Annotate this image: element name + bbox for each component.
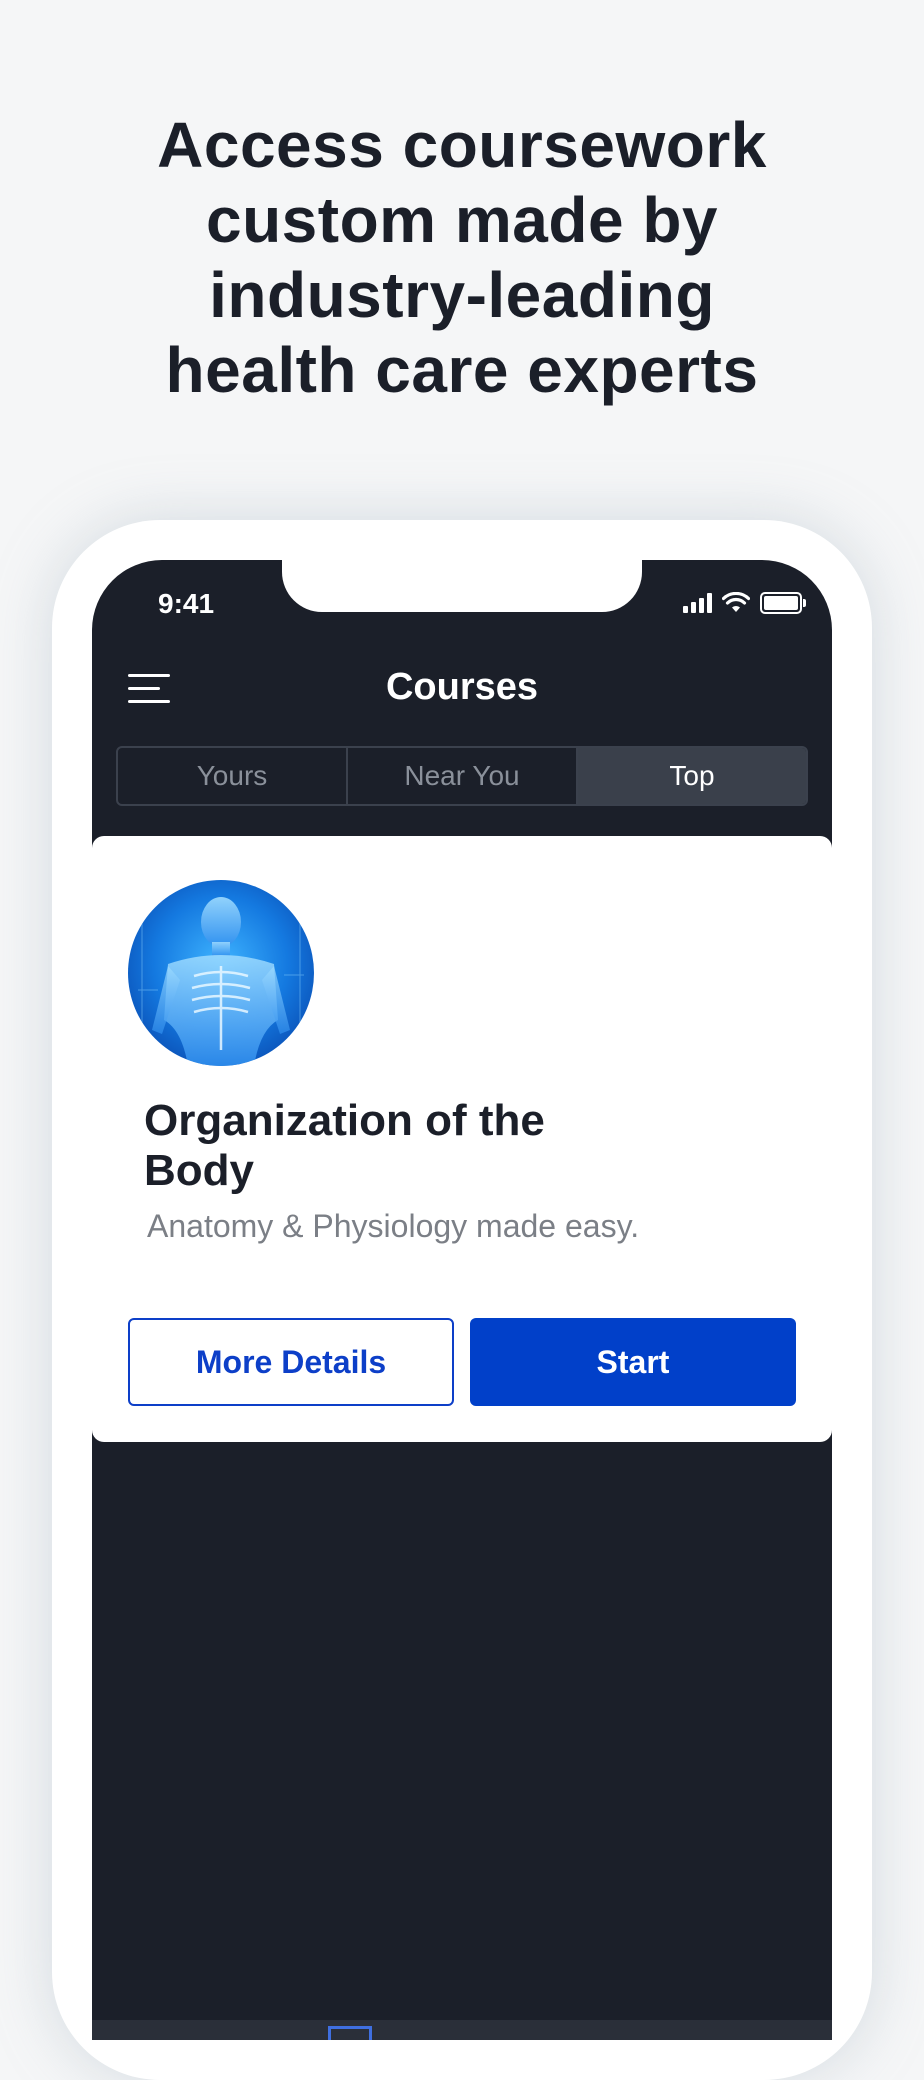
tab-top[interactable]: Top — [576, 748, 806, 804]
battery-icon — [760, 592, 806, 614]
cellular-signal-icon — [683, 593, 712, 613]
status-time: 9:41 — [158, 588, 215, 619]
tab-yours[interactable]: Yours — [118, 748, 346, 804]
start-button[interactable]: Start — [470, 1318, 796, 1406]
tab-near-you[interactable]: Near You — [346, 748, 576, 804]
tab-bar-icon[interactable] — [328, 2026, 372, 2040]
page-title: Courses — [385, 666, 539, 708]
phone-notch — [282, 560, 642, 612]
marketing-headline: Access coursework custom made by industr… — [157, 109, 767, 406]
bottom-tab-bar — [92, 2020, 832, 2040]
wifi-icon — [722, 592, 750, 612]
course-filter-tabs: Yours Near You Top — [116, 746, 808, 806]
course-subtitle: Anatomy & Physiology made easy. — [147, 1208, 640, 1244]
course-card: Organization of the Body Anatomy & Physi… — [92, 836, 832, 1442]
status-icons — [683, 590, 806, 616]
course-title: Organization of the Body — [144, 1096, 545, 1195]
course-thumbnail — [128, 880, 314, 1066]
app-screen: 9:41 Courses Yours Near You Top Organiza… — [92, 560, 832, 2040]
more-details-button[interactable]: More Details — [128, 1318, 454, 1406]
